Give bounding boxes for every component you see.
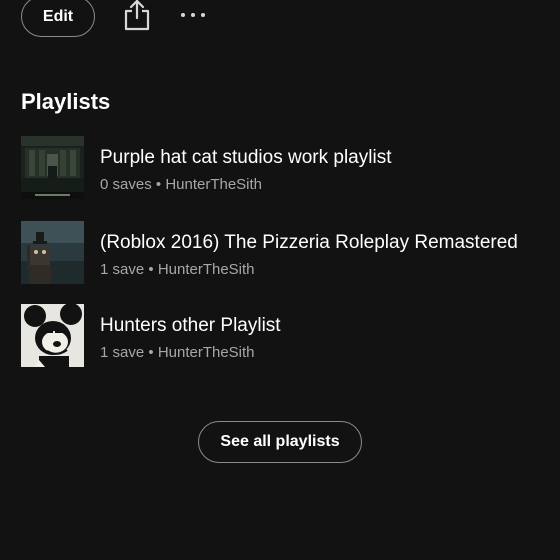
owner-name: HunterTheSith — [157, 261, 255, 278]
playlist-cover-image — [21, 221, 84, 284]
playlist-item[interactable]: (Roblox 2016) The Pizzeria Roleplay Rema… — [21, 221, 541, 285]
share-icon — [124, 0, 150, 31]
meta-separator: • — [148, 344, 154, 361]
save-count: 1 save — [100, 261, 145, 278]
playlist-cover-image — [21, 304, 84, 367]
action-toolbar: Edit — [0, 0, 560, 40]
share-button[interactable] — [122, 0, 152, 32]
playlist-title: (Roblox 2016) The Pizzeria Roleplay Rema… — [100, 232, 518, 253]
meta-separator: • — [148, 261, 154, 278]
playlist-meta: 1 save • HunterTheSith — [100, 343, 540, 363]
playlist-meta: 0 saves • HunterTheSith — [100, 175, 540, 195]
owner-name: HunterTheSith — [165, 176, 263, 193]
edit-button[interactable]: Edit — [21, 0, 95, 37]
save-count: 1 save — [100, 344, 145, 361]
meta-separator: • — [155, 176, 162, 193]
playlist-cover-image — [21, 136, 84, 199]
playlist-title: Purple hat cat studios work playlist — [100, 147, 392, 168]
playlist-item[interactable]: Hunters other Playlist 1 save • HunterTh… — [21, 304, 541, 368]
more-options-button[interactable] — [178, 4, 210, 24]
playlist-meta: 1 save • HunterTheSith — [100, 260, 540, 280]
see-all-playlists-button[interactable]: See all playlists — [198, 421, 362, 463]
section-title-playlists: Playlists — [21, 89, 111, 114]
owner-name: HunterTheSith — [157, 344, 255, 361]
more-options-icon — [181, 13, 205, 17]
playlist-item[interactable]: Purple hat cat studios work playlist 0 s… — [21, 136, 541, 200]
save-count: 0 saves — [100, 176, 152, 193]
playlist-title: Hunters other Playlist — [100, 315, 281, 336]
